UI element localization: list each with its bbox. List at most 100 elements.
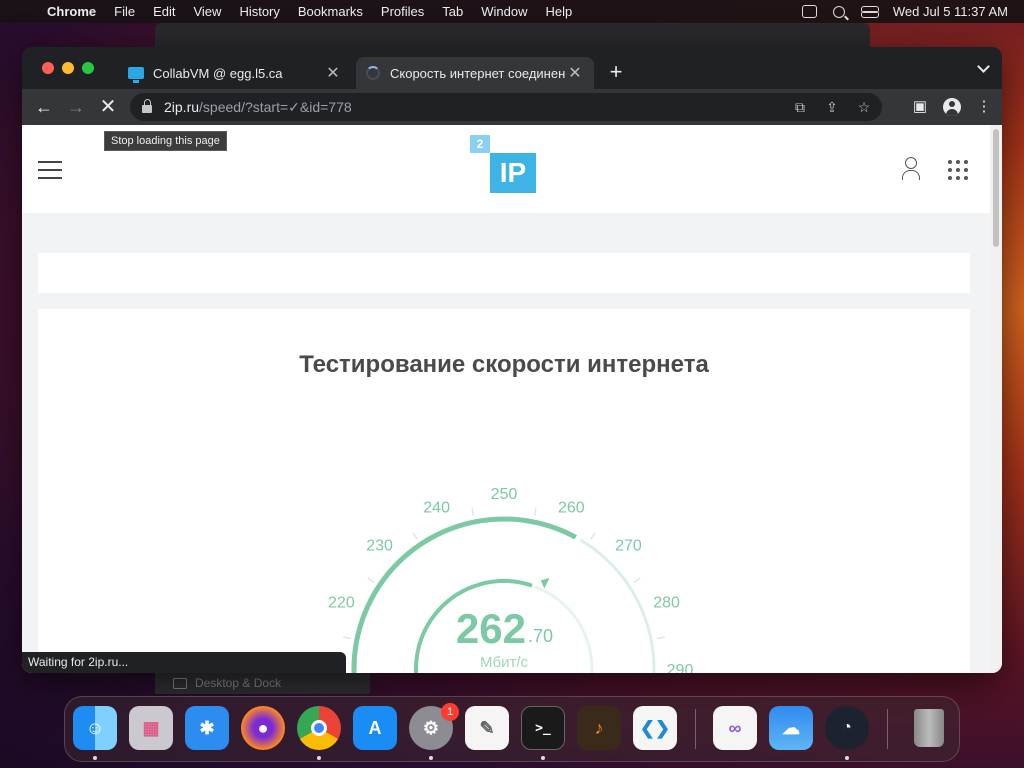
- url-path: /speed/?start=✓&id=778: [199, 98, 352, 115]
- spotlight-search-icon[interactable]: [832, 5, 845, 18]
- stop-loading-button[interactable]: ✕: [96, 95, 120, 119]
- pencil-icon: ✎: [479, 717, 495, 738]
- launchpad-grid-icon: ▦: [142, 717, 160, 738]
- visual-studio-icon: ∞: [728, 717, 742, 738]
- scrollbar-thumb[interactable]: [993, 129, 999, 247]
- zoom-window-button[interactable]: [82, 62, 94, 74]
- menu-view[interactable]: View: [184, 4, 230, 19]
- loading-status-bubble: Waiting for 2ip.ru...: [22, 652, 346, 673]
- menu-file[interactable]: File: [105, 4, 144, 19]
- page-scrollbar[interactable]: [990, 125, 1002, 673]
- safari-compass-icon: ✱: [199, 717, 215, 738]
- tab-search-chevron-icon[interactable]: [977, 60, 990, 73]
- tab-speedtest[interactable]: Скорость интернет соединения ✕: [356, 57, 594, 89]
- share-icon[interactable]: ⇪: [822, 97, 842, 117]
- tab-collabvm[interactable]: CollabVM @ egg.l5.ca ✕: [118, 57, 352, 89]
- dock-launchpad[interactable]: ▦: [129, 706, 173, 750]
- profile-avatar-icon: [943, 98, 961, 116]
- menu-profiles[interactable]: Profiles: [372, 4, 433, 19]
- logo-small-part: 2: [470, 135, 490, 153]
- menu-tab[interactable]: Tab: [433, 4, 472, 19]
- browser-window: CollabVM @ egg.l5.ca ✕ Скорость интернет…: [22, 47, 1002, 673]
- address-bar[interactable]: 2ip.ru/speed/?start=✓&id=778 ⧉ ⇪ ☆: [130, 93, 882, 121]
- speedometer-icon: ◔: [842, 719, 852, 736]
- url-host: 2ip.ru: [164, 99, 200, 115]
- background-window-titlebar[interactable]: [155, 23, 870, 47]
- dock-garageband[interactable]: ♪: [577, 706, 621, 750]
- dock-finder[interactable]: ☺: [73, 706, 117, 750]
- close-window-button[interactable]: [42, 62, 54, 74]
- logo-big-part: IP: [490, 153, 536, 193]
- dock-running-indicator: [845, 756, 849, 760]
- hamburger-menu-icon[interactable]: [38, 161, 62, 179]
- dock-separator: [887, 709, 888, 749]
- terminal-prompt-icon: >_: [535, 720, 551, 736]
- menu-clock[interactable]: Wed Jul 5 11:37 AM: [893, 4, 1008, 19]
- dock-vscode[interactable]: ❮❯: [633, 706, 677, 750]
- menu-window[interactable]: Window: [472, 4, 536, 19]
- dock-speedtest[interactable]: ◔: [825, 706, 869, 750]
- menu-edit[interactable]: Edit: [144, 4, 184, 19]
- dock-settings-icon: [173, 677, 187, 689]
- menu-help[interactable]: Help: [537, 4, 582, 19]
- dock-running-indicator: [93, 756, 97, 760]
- address-bar-actions: ⧉ ⇪ ☆: [790, 97, 874, 117]
- page-viewport: 2 IP Тестирование скорости интернета 210…: [22, 125, 1002, 673]
- minimize-window-button[interactable]: [62, 62, 74, 74]
- side-panel-icon[interactable]: ▣: [908, 95, 932, 119]
- translate-icon[interactable]: ⧉: [790, 97, 810, 117]
- page-title: Тестирование скорости интернета: [299, 351, 709, 378]
- cloud-sun-icon: ☁: [782, 717, 800, 738]
- menu-bar: Chrome File Edit View History Bookmarks …: [0, 0, 1024, 23]
- browser-menu-icon[interactable]: ⋮: [972, 95, 996, 119]
- dock-separator: [695, 709, 696, 749]
- dock-terminal[interactable]: >_: [521, 706, 565, 750]
- guitar-icon: ♪: [594, 717, 604, 738]
- tab-title: Скорость интернет соединения: [390, 65, 566, 81]
- dock-chrome[interactable]: [297, 706, 341, 750]
- stop-loading-tooltip: Stop loading this page: [104, 131, 227, 151]
- dock-textedit[interactable]: ✎: [465, 706, 509, 750]
- chrome-icon: [311, 720, 327, 736]
- notification-badge: 1: [441, 703, 459, 721]
- dock-running-indicator: [429, 756, 433, 760]
- dock-safari[interactable]: ✱: [185, 706, 229, 750]
- dock-app-store[interactable]: A: [353, 706, 397, 750]
- tab-close-icon[interactable]: ✕: [324, 63, 342, 83]
- tab-title: CollabVM @ egg.l5.ca: [153, 65, 283, 81]
- dock-visual-studio[interactable]: ∞: [713, 706, 757, 750]
- dock-trash[interactable]: [907, 706, 951, 750]
- menu-history[interactable]: History: [230, 4, 288, 19]
- lock-icon[interactable]: [142, 99, 152, 113]
- tab-close-icon[interactable]: ✕: [566, 63, 584, 83]
- dock-firefox[interactable]: ●: [241, 706, 285, 750]
- vscode-icon: ❮❯: [639, 717, 671, 738]
- gear-icon: ⚙: [422, 717, 440, 738]
- trash-icon: [914, 709, 944, 747]
- ad-banner-card: [38, 253, 970, 293]
- monitor-icon: [128, 67, 144, 83]
- profile-button[interactable]: [940, 95, 964, 119]
- dock-weather[interactable]: ☁: [769, 706, 813, 750]
- toolbar-right: ▣ ⋮: [908, 95, 996, 119]
- finder-icon: ☺: [85, 717, 105, 738]
- background-window-sidebar-item[interactable]: Desktop & Dock: [155, 672, 370, 694]
- control-center-icon[interactable]: [860, 5, 879, 18]
- firefox-icon: ●: [257, 717, 269, 738]
- tab-strip: CollabVM @ egg.l5.ca ✕ Скорость интернет…: [22, 47, 1002, 89]
- menu-bar-status: Wed Jul 5 11:37 AM: [801, 4, 1024, 19]
- user-account-icon[interactable]: [902, 157, 920, 180]
- menu-bookmarks[interactable]: Bookmarks: [289, 4, 372, 19]
- bookmark-star-icon[interactable]: ☆: [854, 97, 874, 117]
- forward-button[interactable]: →: [64, 95, 88, 119]
- dock-running-indicator: [541, 756, 545, 760]
- menu-app-name[interactable]: Chrome: [38, 4, 105, 19]
- dock-running-indicator: [317, 756, 321, 760]
- apps-grid-icon[interactable]: [948, 160, 968, 180]
- browser-toolbar: ← → ✕ 2ip.ru/speed/?start=✓&id=778 ⧉ ⇪ ☆…: [22, 89, 1002, 125]
- screen-mirroring-icon[interactable]: [801, 5, 817, 18]
- new-tab-button[interactable]: +: [606, 59, 626, 85]
- back-button[interactable]: ←: [32, 95, 56, 119]
- site-logo[interactable]: 2 IP: [470, 135, 540, 197]
- dock: ☺ ▦ ✱ ● A ⚙ 1 ✎ >_ ♪ ❮❯ ∞ ☁ ◔: [64, 696, 960, 762]
